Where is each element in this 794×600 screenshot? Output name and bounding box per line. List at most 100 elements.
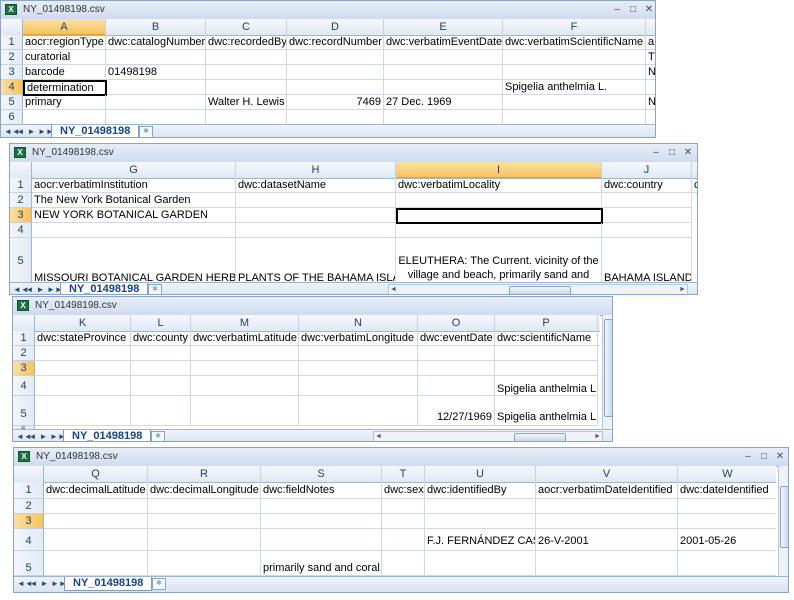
insert-sheet-icon[interactable]: ✱ — [151, 431, 165, 441]
cell-J5[interactable]: BAHAMA ISLANDS — [602, 238, 692, 283]
cell-F2[interactable] — [503, 50, 646, 65]
vertical-scroll-thumb[interactable] — [780, 486, 788, 548]
cell-O4[interactable] — [418, 376, 495, 396]
column-header-E[interactable]: E — [384, 19, 503, 35]
cell-V5[interactable] — [536, 551, 678, 576]
first-sheet-button[interactable]: ◄◄ — [17, 578, 33, 589]
first-sheet-button[interactable]: ◄◄ — [4, 126, 20, 137]
cell-E6[interactable] — [384, 110, 503, 124]
cell-V1[interactable]: aocr:verbatimDateIdentified — [536, 482, 678, 499]
column-header-D[interactable]: D — [287, 19, 384, 35]
cell-C3[interactable] — [206, 65, 287, 80]
cell-L3[interactable] — [131, 361, 191, 376]
cell-L1[interactable]: dwc:county — [131, 331, 191, 346]
cell-K2[interactable] — [35, 346, 131, 361]
cell-P2[interactable] — [495, 346, 598, 361]
row-header-3[interactable]: 3 — [10, 208, 32, 223]
active-cell-I3[interactable] — [396, 208, 603, 224]
column-header-Q[interactable]: Q — [44, 466, 148, 482]
last-sheet-button[interactable]: ►► — [38, 126, 54, 137]
column-header-L[interactable]: L — [131, 315, 191, 331]
column-header-partial[interactable] — [692, 162, 697, 178]
row-header-5[interactable]: 5 — [13, 396, 35, 426]
cell-H1[interactable]: dwc:datasetName — [236, 178, 396, 193]
cell-G1[interactable]: aocr:verbatimInstitution — [32, 178, 236, 193]
cell-G4[interactable] — [32, 223, 236, 238]
cell-U2[interactable] — [425, 499, 536, 514]
column-header-P[interactable]: P — [495, 315, 598, 331]
title-bar[interactable]: X NY_01498198.csv — [13, 297, 612, 316]
cell-C5[interactable]: Walter H. Lewis — [206, 95, 287, 110]
cell-E1[interactable]: dwc:verbatimEventDate — [384, 35, 503, 50]
cell-F1[interactable]: dwc:verbatimScientificName — [503, 35, 646, 50]
cell-P3[interactable] — [495, 361, 598, 376]
cell-C1[interactable]: dwc:recordedBy — [206, 35, 287, 50]
prev-sheet-button[interactable]: ◄ — [16, 126, 25, 137]
select-all-corner[interactable] — [14, 466, 44, 482]
scroll-right-arrow-icon[interactable]: ► — [678, 285, 687, 294]
row-header-4[interactable]: 4 — [14, 529, 44, 551]
cell-D1[interactable]: dwc:recordNumber — [287, 35, 384, 50]
cell-J2[interactable] — [602, 193, 692, 208]
cell-M1[interactable]: dwc:verbatimLatitude — [191, 331, 299, 346]
cell-P1[interactable]: dwc:scientificName — [495, 331, 598, 346]
cell-J1[interactable]: dwc:country — [602, 178, 692, 193]
column-header-N[interactable]: N — [299, 315, 418, 331]
scroll-thumb[interactable] — [509, 286, 571, 294]
cell-A2[interactable]: curatorial — [23, 50, 106, 65]
minimize-button[interactable]: – — [650, 146, 662, 159]
sheet-tab[interactable]: NY_01498198 — [51, 125, 140, 137]
cell-U4[interactable]: F.J. FERNÁNDEZ CASAS — [425, 529, 536, 551]
restore-button[interactable]: □ — [666, 146, 678, 159]
cell-R1[interactable]: dwc:decimalLongitude — [148, 482, 261, 499]
column-header-V[interactable]: V — [536, 466, 678, 482]
next-sheet-button[interactable]: ► — [39, 431, 48, 441]
row-header-4[interactable]: 4 — [1, 80, 23, 95]
cell-E2[interactable] — [384, 50, 503, 65]
row-header-2[interactable]: 2 — [1, 50, 23, 65]
column-header-C[interactable]: C — [206, 19, 287, 35]
active-cell-A4[interactable]: determination — [23, 80, 107, 96]
cell-S5[interactable]: primarily sand and coral. — [261, 551, 382, 576]
cell-I4[interactable] — [396, 223, 602, 238]
cell-N3[interactable] — [299, 361, 418, 376]
insert-sheet-icon[interactable]: ✱ — [152, 578, 166, 590]
cell-W3[interactable] — [678, 514, 776, 529]
cell-C6[interactable] — [206, 110, 287, 124]
cell-H5[interactable]: PLANTS OF THE BAHAMA ISLANDS — [236, 238, 396, 283]
cell-B2[interactable] — [106, 50, 206, 65]
last-sheet-button[interactable]: ►► — [47, 284, 63, 294]
cell-M4[interactable] — [191, 376, 299, 396]
column-header-G[interactable]: G — [32, 162, 236, 178]
scroll-left-arrow-icon[interactable]: ◄ — [389, 285, 398, 294]
row-header-4[interactable]: 4 — [10, 223, 32, 238]
cell-overflow-1[interactable]: a — [646, 35, 655, 50]
cell-D5[interactable]: 7469 — [287, 95, 384, 110]
cell-B1[interactable]: dwc:catalogNumber — [106, 35, 206, 50]
cell-B5[interactable] — [106, 95, 206, 110]
cell-D2[interactable] — [287, 50, 384, 65]
title-bar[interactable]: X NY_01498198.csv – □ ✕ — [10, 144, 697, 163]
insert-sheet-icon[interactable]: ✱ — [148, 284, 162, 294]
cell-V3[interactable] — [536, 514, 678, 529]
last-sheet-button[interactable]: ►► — [51, 578, 67, 589]
cell-O1[interactable]: dwc:eventDate — [418, 331, 495, 346]
row-header-3[interactable]: 3 — [1, 65, 23, 80]
cell-J4[interactable] — [602, 223, 692, 238]
cell-T1[interactable]: dwc:sex — [382, 482, 425, 499]
cell-F3[interactable] — [503, 65, 646, 80]
cell-U1[interactable]: dwc:identifiedBy — [425, 482, 536, 499]
last-sheet-button[interactable]: ►► — [50, 431, 66, 441]
cell-A6[interactable] — [23, 110, 106, 124]
cell-K3[interactable] — [35, 361, 131, 376]
cell-overflow-4[interactable] — [646, 80, 655, 95]
cell-E3[interactable] — [384, 65, 503, 80]
sheet-tab[interactable]: NY_01498198 — [64, 577, 153, 591]
cell-Q1[interactable]: dwc:decimalLatitude — [44, 482, 148, 499]
cell-W1[interactable]: dwc:dateIdentified — [678, 482, 776, 499]
column-header-O[interactable]: O — [418, 315, 495, 331]
cell-T4[interactable] — [382, 529, 425, 551]
cell-O2[interactable] — [418, 346, 495, 361]
cell-R4[interactable] — [148, 529, 261, 551]
cell-P5[interactable]: Spigelia anthelmia L. — [495, 396, 598, 426]
